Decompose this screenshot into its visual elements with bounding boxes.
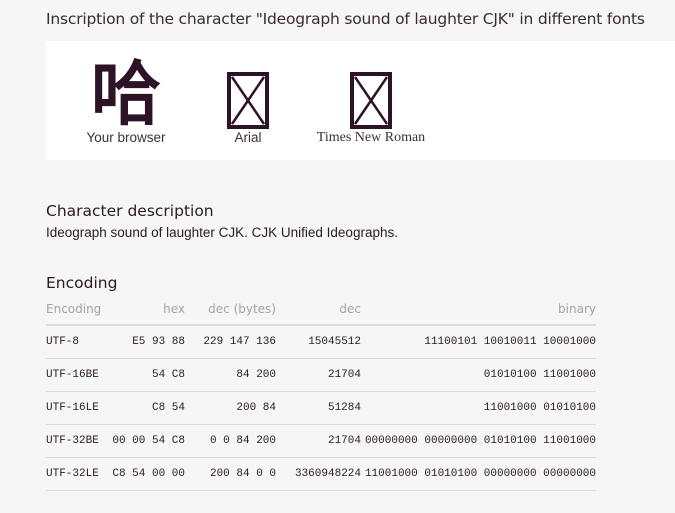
col-dec-bytes: dec (bytes) [185, 300, 276, 326]
cell-binary: 11100101 10010011 10001000 [361, 325, 596, 359]
sample-arial: Arial [218, 41, 278, 145]
cell-encoding: UTF-16BE [46, 358, 106, 392]
cell-hex: C8 54 [106, 391, 185, 425]
browser-glyph: 哈 [84, 41, 168, 129]
cell-binary: 11001000 01010100 [361, 391, 596, 425]
cell-hex: E5 93 88 [106, 325, 185, 359]
cell-dec: 21704 [276, 358, 361, 392]
cell-dec: 21704 [276, 424, 361, 458]
cell-binary: 11001000 01010100 00000000 00000000 [361, 457, 596, 491]
encoding-heading: Encoding [46, 274, 118, 292]
col-binary: binary [361, 300, 596, 326]
table-header-row: Encoding hex dec (bytes) dec binary [46, 300, 596, 326]
caption-arial: Arial [234, 130, 262, 145]
cell-encoding: UTF-8 [46, 325, 106, 359]
cell-dec-bytes: 229 147 136 [185, 325, 276, 359]
font-samples-panel: 哈 Your browser Arial Times New Roman [46, 41, 675, 160]
cell-encoding: UTF-32LE [46, 457, 106, 491]
cell-dec-bytes: 84 200 [185, 358, 276, 392]
browser-glyph-char: 哈 [91, 53, 161, 135]
col-dec: dec [276, 300, 361, 326]
cell-binary: 00000000 00000000 01010100 11001000 [361, 424, 596, 458]
cell-hex: 54 C8 [106, 358, 185, 392]
cell-dec: 3360948224 [276, 457, 361, 491]
encoding-table: Encoding hex dec (bytes) dec binary UTF-… [46, 300, 596, 491]
description-text: Ideograph sound of laughter CJK. CJK Uni… [46, 225, 398, 240]
missing-glyph-icon [316, 41, 426, 129]
cell-dec: 15045512 [276, 325, 361, 359]
col-hex: hex [106, 300, 185, 326]
col-encoding: Encoding [46, 300, 106, 326]
cell-binary: 01010100 11001000 [361, 358, 596, 392]
caption-times: Times New Roman [316, 130, 426, 145]
cell-dec: 51284 [276, 391, 361, 425]
caption-browser: Your browser [86, 130, 166, 145]
cell-hex: C8 54 00 00 [106, 457, 185, 491]
page-title: Inscription of the character "Ideograph … [46, 10, 645, 28]
sample-browser: 哈 Your browser [84, 41, 168, 145]
table-row: UTF-32BE 00 00 54 C8 0 0 84 200 21704 00… [46, 424, 596, 458]
table-row: UTF-16LE C8 54 200 84 51284 11001000 010… [46, 391, 596, 425]
description-heading: Character description [46, 202, 214, 220]
table-row: UTF-16BE 54 C8 84 200 21704 01010100 110… [46, 358, 596, 392]
sample-times: Times New Roman [316, 41, 426, 146]
cell-encoding: UTF-16LE [46, 391, 106, 425]
cell-dec-bytes: 200 84 0 0 [185, 457, 276, 491]
missing-glyph-icon [218, 41, 278, 129]
cell-hex: 00 00 54 C8 [106, 424, 185, 458]
table-row: UTF-32LE C8 54 00 00 200 84 0 0 33609482… [46, 457, 596, 491]
table-row: UTF-8 E5 93 88 229 147 136 15045512 1110… [46, 325, 596, 359]
cell-dec-bytes: 0 0 84 200 [185, 424, 276, 458]
cell-encoding: UTF-32BE [46, 424, 106, 458]
cell-dec-bytes: 200 84 [185, 391, 276, 425]
